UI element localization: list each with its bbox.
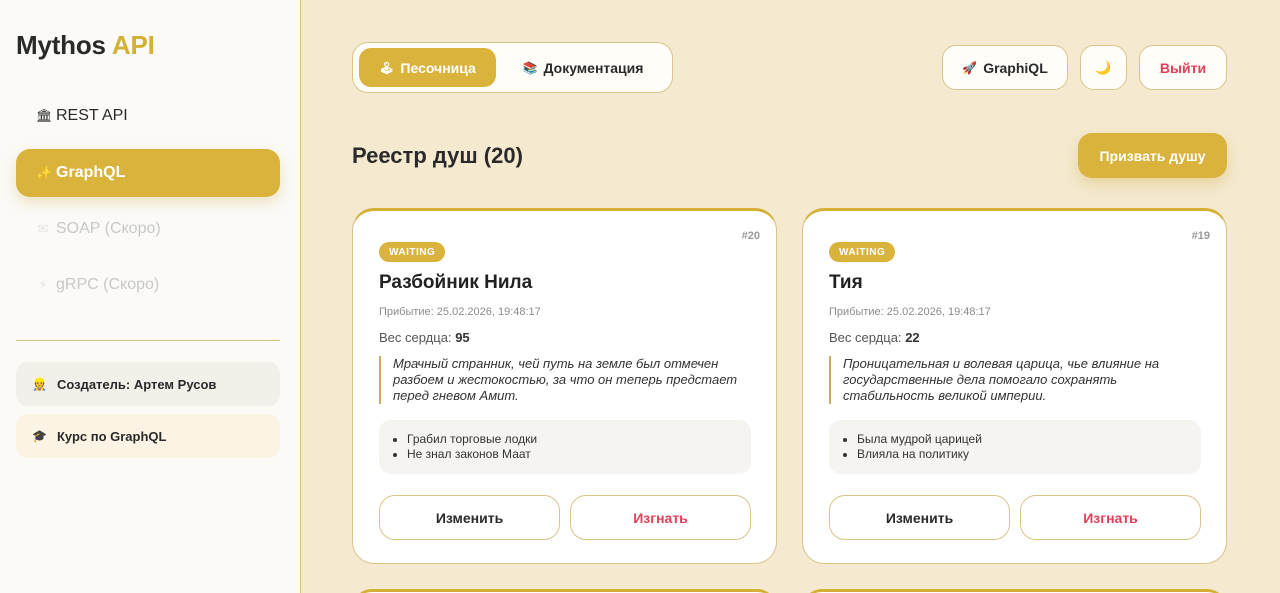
sparkles-icon: ✨ — [36, 165, 53, 180]
sidebar-item-graphql[interactable]: ✨ GraphQL — [16, 149, 280, 197]
theme-toggle-button[interactable]: 🌙 — [1080, 45, 1127, 90]
soul-number: #20 — [741, 230, 760, 242]
soul-number: #19 — [1191, 230, 1210, 242]
graphiql-label: GraphiQL — [983, 59, 1048, 76]
soul-traits: Грабил торговые лодки Не знал законов Ма… — [379, 420, 751, 474]
classical-building-icon: 🏛 — [36, 108, 53, 123]
sidebar-item-soap: ✉ SOAP (Скоро) — [16, 205, 280, 253]
moon-icon: 🌙 — [1095, 59, 1112, 75]
heart-weight: Вес сердца: 95 — [379, 330, 470, 345]
brand-name: Mythos — [16, 30, 106, 60]
soul-card: WAITING #19 Тия Прибытие: 25.02.2026, 19… — [802, 208, 1227, 564]
list-item: Грабил торговые лодки — [407, 432, 751, 447]
arrival-time: Прибытие: 25.02.2026, 19:48:17 — [829, 306, 991, 318]
joystick-icon: 🕹 — [379, 60, 395, 75]
heart-weight: Вес сердца: 22 — [829, 330, 920, 345]
heart-weight-label: Вес сердца: — [379, 330, 452, 345]
lightning-icon: ⚡ — [38, 277, 48, 292]
arrival-time: Прибытие: 25.02.2026, 19:48:17 — [379, 306, 541, 318]
brand-accent: API — [111, 30, 155, 60]
status-badge: WAITING — [829, 242, 896, 262]
tab-label: Песочница — [400, 59, 476, 76]
soul-card-peek — [352, 589, 777, 593]
soul-card-peek — [802, 589, 1227, 593]
rocket-icon: 🚀 — [962, 60, 978, 75]
edit-button[interactable]: Изменить — [829, 495, 1010, 540]
page-title: Реестр душ (20) — [352, 143, 523, 168]
sidebar-item-label: REST API — [56, 107, 128, 124]
graphiql-button[interactable]: 🚀 GraphiQL — [942, 45, 1068, 90]
mode-tabs: 🕹 Песочница 📚 Документация — [352, 42, 673, 93]
summon-soul-button[interactable]: Призвать душу — [1078, 133, 1227, 178]
list-item: Влияла на политику — [857, 447, 1201, 462]
creator-label: Создатель: Артем Русов — [56, 376, 217, 392]
sidebar-item-label: GraphQL — [56, 164, 126, 181]
sidebar-item-label: gRPC (Скоро) — [56, 276, 160, 293]
worker-icon: 👷 — [32, 377, 47, 391]
sidebar-item-label: SOAP (Скоро) — [56, 220, 161, 237]
creator-card[interactable]: 👷 Создатель: Артем Русов — [16, 362, 280, 406]
course-label: Курс по GraphQL — [56, 428, 167, 444]
graduation-cap-icon: 🎓 — [32, 429, 47, 443]
tab-sandbox[interactable]: 🕹 Песочница — [359, 48, 496, 87]
soul-name: Тия — [829, 272, 863, 293]
heart-weight-label: Вес сердца: — [829, 330, 902, 345]
tab-documentation[interactable]: 📚 Документация — [503, 48, 663, 87]
sidebar: Mythos API 🏛 REST API ✨ GraphQL ✉ SOAP (… — [0, 0, 301, 593]
books-icon: 📚 — [522, 60, 538, 75]
brand-logo[interactable]: Mythos API — [16, 30, 155, 61]
edit-button[interactable]: Изменить — [379, 495, 560, 540]
status-badge: WAITING — [379, 242, 446, 262]
soul-name: Разбойник Нила — [379, 272, 533, 293]
soul-description: Проницательная и волевая царица, чье вли… — [829, 356, 1201, 404]
soul-traits: Была мудрой царицей Влияла на политику — [829, 420, 1201, 474]
heart-weight-value: 95 — [455, 330, 470, 345]
list-item: Была мудрой царицей — [857, 432, 1201, 447]
banish-button[interactable]: Изгнать — [570, 495, 751, 540]
list-item: Не знал законов Маат — [407, 447, 751, 462]
course-card[interactable]: 🎓 Курс по GraphQL — [16, 414, 280, 458]
soul-description: Мрачный странник, чей путь на земле был … — [379, 356, 751, 404]
logout-button[interactable]: Выйти — [1139, 45, 1227, 90]
heart-weight-value: 22 — [905, 330, 920, 345]
sidebar-item-rest-api[interactable]: 🏛 REST API — [16, 92, 280, 140]
soul-card: WAITING #20 Разбойник Нила Прибытие: 25.… — [352, 208, 777, 564]
banish-button[interactable]: Изгнать — [1020, 495, 1201, 540]
sidebar-divider — [16, 340, 280, 341]
tab-label: Документация — [543, 59, 644, 76]
envelope-icon: ✉ — [37, 221, 49, 236]
sidebar-item-grpc: ⚡ gRPC (Скоро) — [16, 261, 280, 309]
